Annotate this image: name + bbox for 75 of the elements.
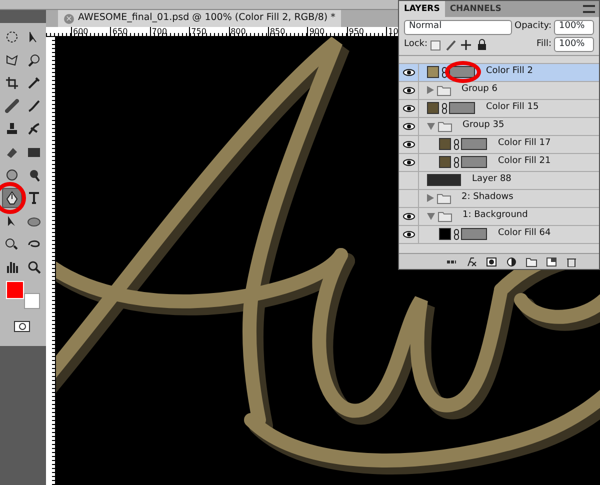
- panel-tab[interactable]: LAYERS: [399, 1, 445, 17]
- document-tab[interactable]: × AWESOME_final_01.psd @ 100% (Color Fill 2, RGB/8) *: [58, 10, 342, 27]
- document-title: AWESOME_final_01.psd @ 100% (Color Fill 2, RGB/8) *: [78, 11, 336, 26]
- chain-link-icon: [454, 156, 458, 168]
- ruler-label: 850: [268, 27, 308, 36]
- layer-row[interactable]: Group 6: [399, 82, 599, 100]
- eye-icon[interactable]: [402, 122, 414, 130]
- eye-icon[interactable]: [402, 140, 414, 148]
- panel-menu-icon[interactable]: [583, 5, 595, 13]
- layer-name: Color Fill 17: [498, 137, 551, 150]
- layer-row[interactable]: Color Fill 21: [399, 154, 599, 172]
- layer-row[interactable]: Group 35: [399, 118, 599, 136]
- new-layer-icon[interactable]: [546, 256, 557, 266]
- ruler-label: 900: [307, 27, 347, 36]
- folder-icon: [438, 210, 452, 222]
- blend-mode-dropdown[interactable]: Normal: [404, 20, 512, 34]
- disclosure-triangle-icon[interactable]: [427, 212, 435, 220]
- disclosure-triangle-icon[interactable]: [427, 122, 435, 130]
- layer-name: Color Fill 2: [486, 65, 533, 78]
- layer-row[interactable]: Layer 88: [399, 172, 599, 190]
- mask-thumbnail: [461, 228, 487, 240]
- layer-thumbnail: [427, 174, 461, 186]
- eye-icon[interactable]: [402, 230, 414, 238]
- eye-icon[interactable]: [402, 86, 414, 94]
- layer-name: 2: Shadows: [462, 191, 514, 204]
- folder-icon[interactable]: [526, 256, 537, 266]
- ruler-label: 700: [150, 27, 190, 36]
- opacity-label: Opacity:: [514, 20, 552, 34]
- fill-label: Fill:: [536, 38, 552, 51]
- pen-tool-icon[interactable]: [2, 188, 22, 208]
- layer-row[interactable]: 1: Background: [399, 208, 599, 226]
- highlight-circle: [445, 61, 481, 83]
- eye-icon[interactable]: [402, 212, 414, 220]
- panel-tab[interactable]: CHANNELS: [444, 1, 506, 17]
- layer-row[interactable]: 2: Shadows: [399, 190, 599, 208]
- layer-row[interactable]: Color Fill 15: [399, 100, 599, 118]
- eye-icon[interactable]: [402, 104, 414, 112]
- disclosure-triangle-icon[interactable]: [427, 194, 434, 202]
- layer-name: Color Fill 64: [498, 227, 551, 240]
- mask-thumbnail: [461, 156, 487, 168]
- layer-row[interactable]: Color Fill 17: [399, 136, 599, 154]
- layer-name: Color Fill 15: [486, 101, 539, 114]
- chain-link-icon: [454, 138, 458, 150]
- chain-link-icon: [442, 66, 446, 78]
- background-color-swatch[interactable]: [24, 293, 40, 309]
- quick-mask-icon[interactable]: [14, 321, 30, 332]
- lock-label: Lock:: [404, 38, 428, 51]
- eye-icon[interactable]: [402, 68, 414, 76]
- highlight-circle: [0, 182, 26, 214]
- disclosure-triangle-icon[interactable]: [427, 86, 434, 94]
- folder-icon: [438, 120, 452, 132]
- opacity-field[interactable]: 100%: [554, 20, 594, 34]
- panel-grip-bar: [0, 10, 46, 23]
- mask-thumbnail: [449, 102, 475, 114]
- chain-link-icon: [454, 228, 458, 240]
- adjustment-icon[interactable]: [506, 256, 517, 266]
- foreground-color-swatch[interactable]: [6, 281, 24, 299]
- layer-row[interactable]: Color Fill 64: [399, 226, 599, 244]
- layer-name: Group 35: [462, 119, 504, 132]
- ruler-label: 750: [189, 27, 229, 36]
- folder-icon: [436, 192, 450, 204]
- layer-name: 1: Background: [462, 209, 528, 222]
- mask-icon[interactable]: [486, 256, 497, 266]
- trash-icon[interactable]: [566, 256, 577, 266]
- layer-name: Color Fill 21: [498, 155, 551, 168]
- chain-link-icon: [442, 102, 446, 114]
- mask-thumbnail: [449, 66, 475, 78]
- effects-icon[interactable]: [466, 256, 477, 266]
- mask-thumbnail: [461, 138, 487, 150]
- folder-icon: [436, 84, 450, 96]
- eye-icon[interactable]: [402, 158, 414, 166]
- layer-name: Group 6: [462, 83, 498, 96]
- layer-name: Layer 88: [472, 173, 512, 186]
- fill-field[interactable]: 100%: [554, 37, 594, 52]
- healing-brush-tool-icon[interactable]: [2, 96, 22, 116]
